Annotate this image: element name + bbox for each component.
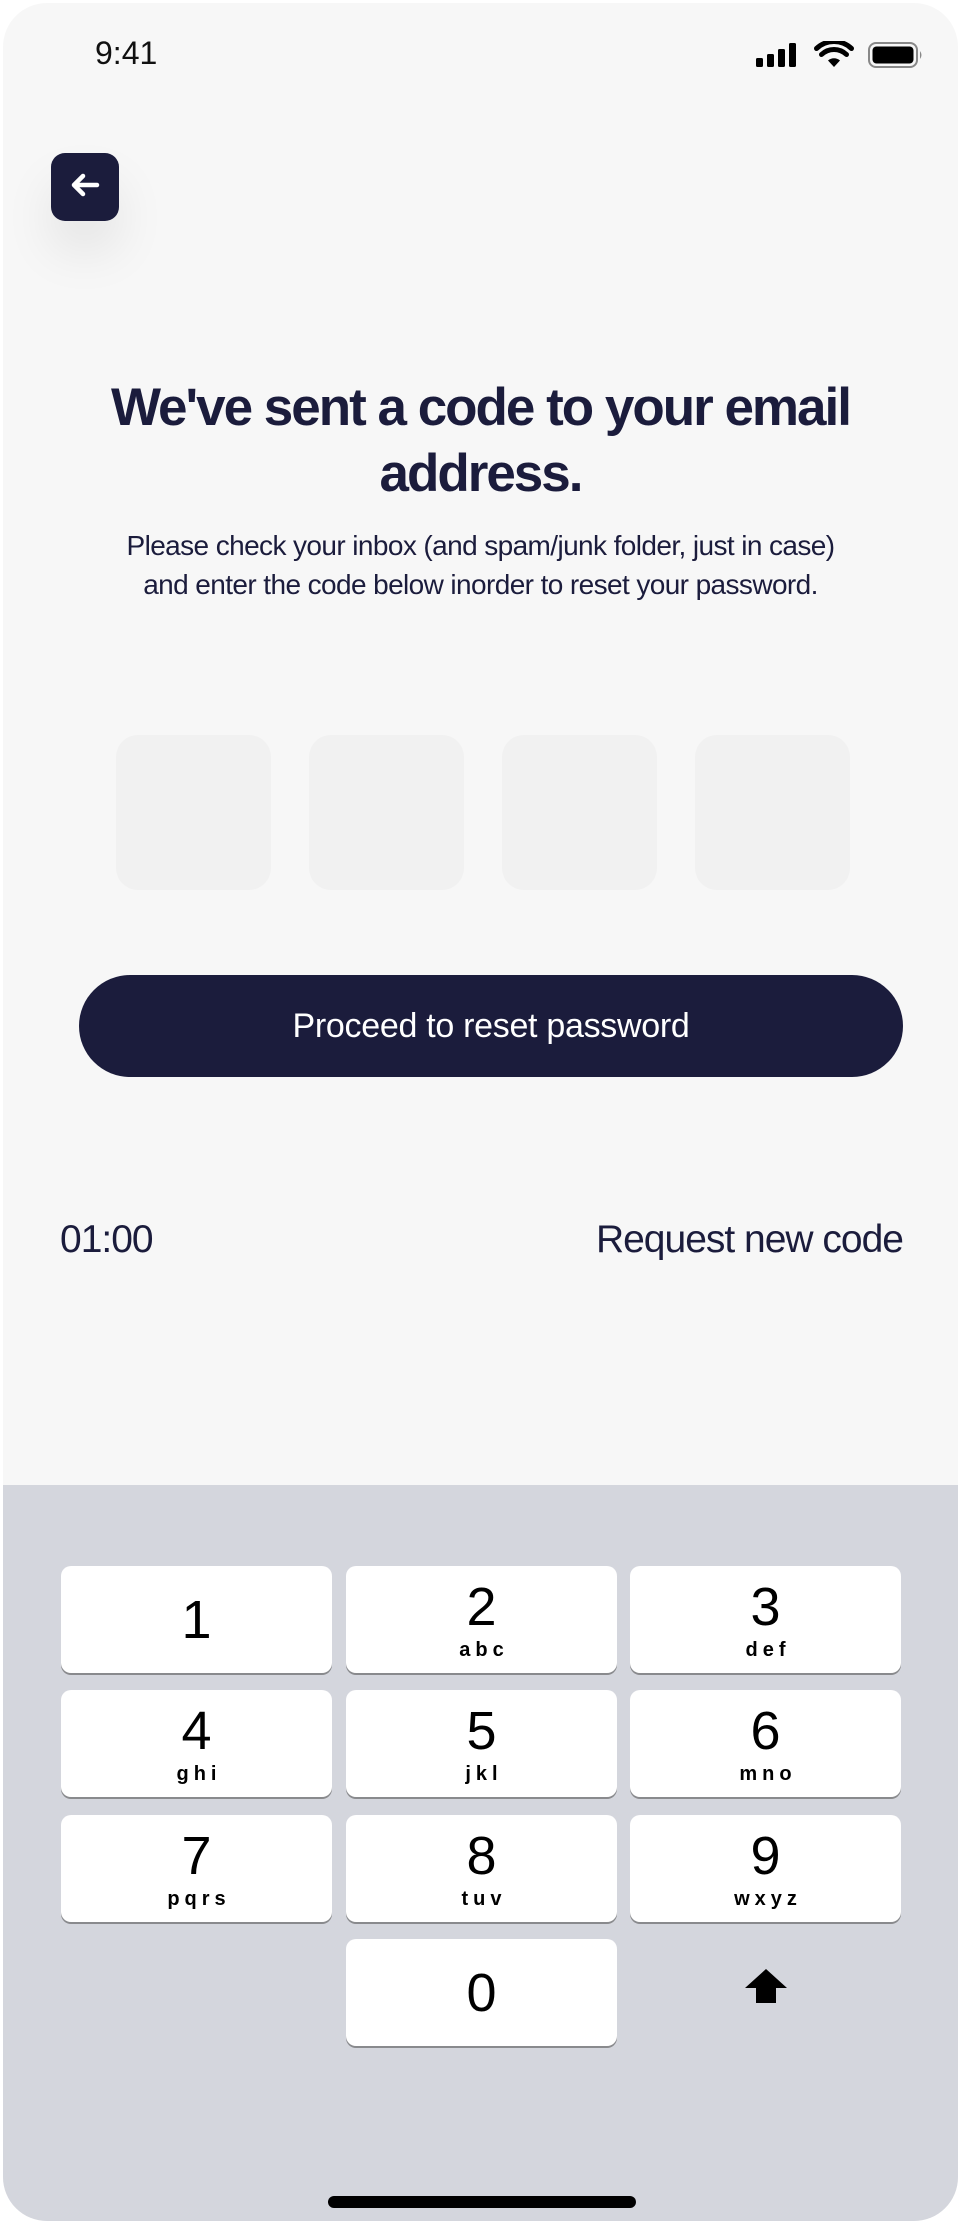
code-digit-3[interactable] xyxy=(502,735,657,890)
signal-icon xyxy=(756,43,800,72)
home-indicator xyxy=(328,2196,636,2208)
key-5[interactable]: 5 jkl xyxy=(346,1690,617,1797)
key-digit: 2 xyxy=(466,1576,497,1637)
key-digit: 0 xyxy=(466,1962,497,2023)
phone-screen: 9:41 We've sent a code to your email add… xyxy=(3,3,958,2221)
key-digit: 8 xyxy=(466,1825,497,1886)
delete-key[interactable] xyxy=(630,1935,901,2042)
key-letters: tuv xyxy=(461,1887,507,1910)
backspace-arrow-icon xyxy=(742,1966,790,2011)
key-digit: 4 xyxy=(181,1700,212,1761)
key-2[interactable]: 2 abc xyxy=(346,1566,617,1673)
countdown-timer: 01:00 xyxy=(60,1218,154,1261)
request-new-code-link[interactable]: Request new code xyxy=(596,1218,904,1262)
key-letters: wxyz xyxy=(734,1887,802,1910)
battery-icon xyxy=(868,42,924,73)
key-7[interactable]: 7 pqrs xyxy=(61,1815,332,1922)
key-9[interactable]: 9 wxyz xyxy=(630,1815,901,1922)
key-8[interactable]: 8 tuv xyxy=(346,1815,617,1922)
proceed-button[interactable]: Proceed to reset password xyxy=(79,975,903,1077)
key-1[interactable]: 1 xyxy=(61,1566,332,1673)
page-title: We've sent a code to your email address. xyxy=(110,378,852,503)
key-3[interactable]: 3 def xyxy=(630,1566,901,1673)
status-icons xyxy=(756,39,924,74)
code-digit-1[interactable] xyxy=(116,735,271,890)
page-subtitle: Please check your inbox (and spam/junk f… xyxy=(126,530,836,600)
key-digit: 1 xyxy=(181,1589,212,1650)
key-letters: ghi xyxy=(176,1762,222,1785)
key-digit: 7 xyxy=(181,1825,212,1886)
key-0[interactable]: 0 xyxy=(346,1939,617,2046)
code-input-group xyxy=(116,735,850,890)
arrow-left-icon xyxy=(70,172,100,203)
key-digit: 3 xyxy=(750,1576,781,1637)
key-digit: 9 xyxy=(750,1825,781,1886)
key-letters: def xyxy=(745,1638,791,1661)
key-4[interactable]: 4 ghi xyxy=(61,1690,332,1797)
key-6[interactable]: 6 mno xyxy=(630,1690,901,1797)
status-time: 9:41 xyxy=(95,35,158,71)
key-digit: 6 xyxy=(750,1700,781,1761)
key-letters: abc xyxy=(459,1638,509,1661)
wifi-icon xyxy=(814,39,854,74)
key-letters: mno xyxy=(739,1762,797,1785)
back-button[interactable] xyxy=(51,153,119,221)
key-digit: 5 xyxy=(466,1700,497,1761)
code-digit-4[interactable] xyxy=(695,735,850,890)
code-digit-2[interactable] xyxy=(309,735,464,890)
key-letters: pqrs xyxy=(167,1887,231,1910)
key-letters: jkl xyxy=(465,1762,503,1785)
numeric-keyboard: 1 2 abc 3 def 4 ghi 5 jkl 6 mno 7 pqrs 8… xyxy=(3,1485,958,2221)
